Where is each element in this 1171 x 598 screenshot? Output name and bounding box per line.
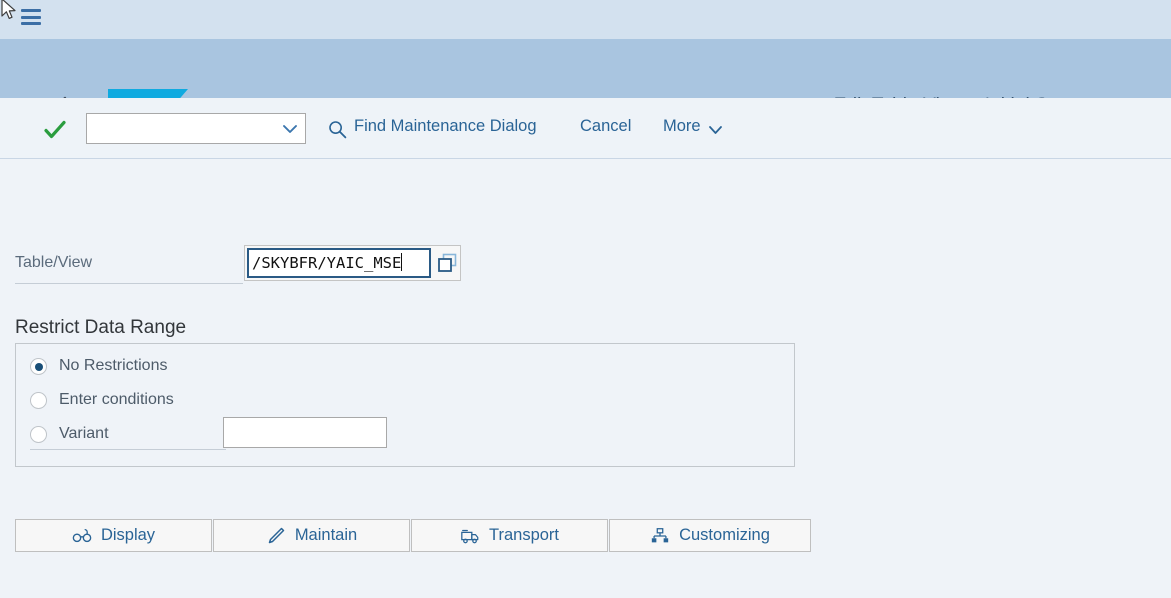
text-caret (401, 253, 403, 271)
find-maintenance-dialog-button[interactable]: Find Maintenance Dialog (328, 117, 537, 143)
customizing-button[interactable]: Customizing (609, 519, 811, 552)
command-field[interactable] (86, 113, 306, 144)
more-button[interactable]: More (663, 117, 722, 143)
value-help-icon[interactable] (435, 250, 459, 277)
cancel-button[interactable]: Cancel (580, 117, 631, 143)
pencil-icon (268, 527, 285, 543)
action-button-bar: Display Maintain Transport Customizing (15, 519, 811, 552)
radio-button[interactable] (30, 392, 47, 409)
customizing-label: Customizing (679, 526, 770, 544)
shell-bar (0, 0, 1171, 39)
radio-button[interactable] (30, 426, 47, 443)
display-label: Display (100, 526, 156, 544)
table-view-label: Table/View (15, 254, 93, 271)
transport-label: Transport (489, 526, 559, 544)
radio-label: Enter conditions (59, 391, 174, 408)
glasses-icon (72, 528, 92, 542)
restrict-data-range-panel: No Restrictions Enter conditions Variant (15, 343, 795, 467)
find-maintenance-dialog-label: Find Maintenance Dialog (354, 117, 537, 135)
green-check-icon[interactable] (42, 118, 68, 142)
variant-input[interactable] (223, 417, 387, 448)
chevron-down-icon[interactable] (282, 122, 298, 136)
restrict-data-range-title: Restrict Data Range (15, 317, 187, 338)
search-icon (329, 121, 347, 139)
mouse-cursor-icon (1, 0, 16, 19)
maintain-label: Maintain (294, 526, 358, 544)
radio-button-selected[interactable] (30, 358, 47, 375)
truck-icon (461, 529, 479, 543)
table-view-input[interactable]: /SKYBFR/YAIC_MSE (247, 248, 431, 278)
display-button[interactable]: Display (15, 519, 212, 552)
table-view-field-group: /SKYBFR/YAIC_MSE (244, 245, 461, 281)
more-label: More (663, 117, 701, 135)
hierarchy-icon (651, 527, 669, 542)
table-view-value: /SKYBFR/YAIC_MSE (252, 254, 402, 272)
chevron-down-icon (708, 126, 722, 134)
variant-label-underline (30, 449, 226, 450)
hamburger-menu-icon[interactable] (21, 9, 41, 29)
maintain-button[interactable]: Maintain (213, 519, 410, 552)
table-view-label-underline (15, 283, 243, 284)
radio-label: Variant (59, 425, 109, 442)
app-header: SAP Edit Table Views: Initial Screen (0, 39, 1171, 126)
radio-label: No Restrictions (59, 357, 168, 374)
transport-button[interactable]: Transport (411, 519, 608, 552)
